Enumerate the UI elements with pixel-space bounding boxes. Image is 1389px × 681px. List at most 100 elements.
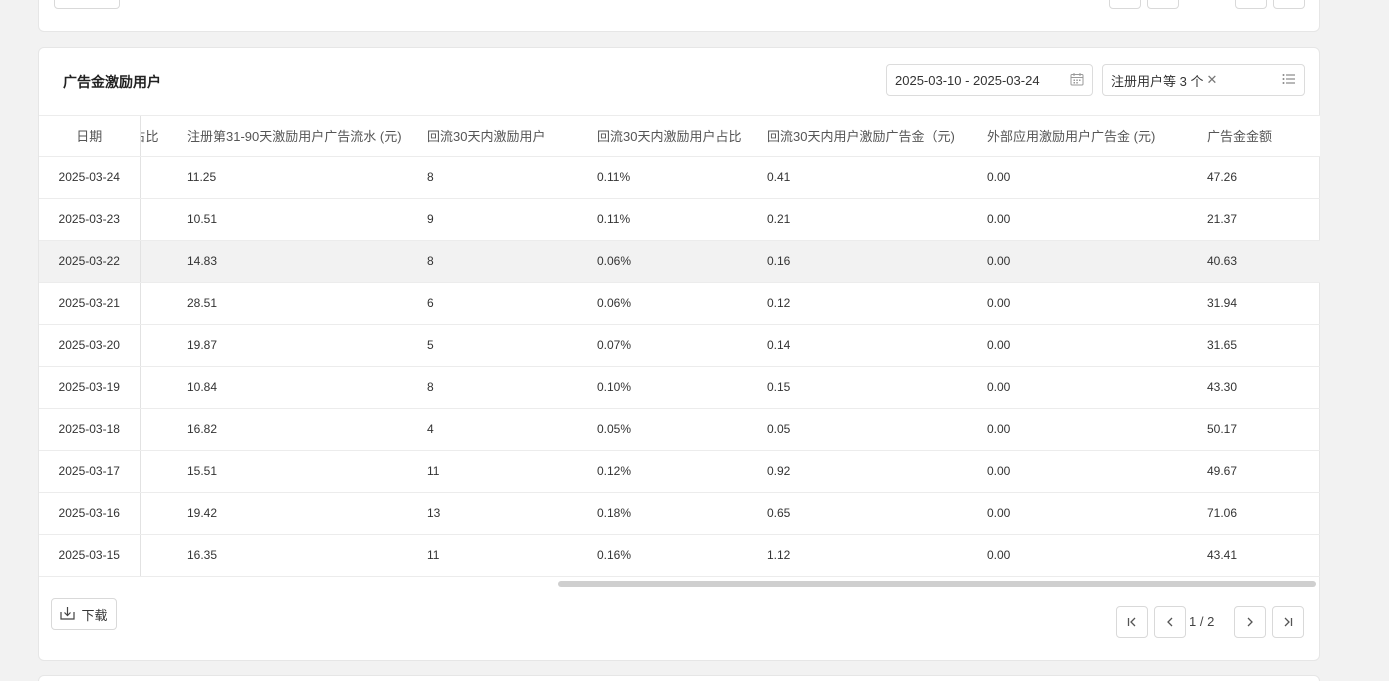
table-cell: 0.00 — [987, 450, 1207, 493]
table-row[interactable]: 2025-03-24 11.25 8 0.11% 0.41 0.00 47.26 — [39, 156, 1320, 199]
table-cell: 2025-03-22 — [39, 240, 141, 283]
next-page-button[interactable] — [1234, 606, 1266, 638]
table-cell — [140, 408, 187, 451]
table-header: 日期 占比 注册第31-90天激励用户广告流水 (元) 回流30天内激励用户 回… — [39, 116, 1320, 157]
column-header-date[interactable]: 日期 — [39, 116, 141, 157]
table-cell: 0.00 — [987, 198, 1207, 241]
table-cell: 0.00 — [987, 282, 1207, 325]
table-cell: 10.84 — [187, 366, 427, 409]
table-cell: 8 — [427, 156, 597, 199]
table-cell: 13 — [427, 492, 597, 535]
table-cell: 0.15 — [767, 366, 987, 409]
table-row[interactable]: 2025-03-23 10.51 9 0.11% 0.21 0.00 21.37 — [39, 198, 1320, 241]
previous-next-page-button[interactable] — [1235, 0, 1267, 9]
table-cell: 0.92 — [767, 450, 987, 493]
table-cell — [140, 366, 187, 409]
table-cell — [140, 156, 187, 199]
table-cell: 2025-03-20 — [39, 324, 141, 367]
table-cell: 2025-03-15 — [39, 534, 141, 577]
table-cell: 4 — [427, 408, 597, 451]
prev-page-button[interactable] — [1154, 606, 1186, 638]
table-cell: 0.10% — [597, 366, 767, 409]
table-cell: 8 — [427, 366, 597, 409]
table-cell: 16.35 — [187, 534, 427, 577]
column-header-return-ad-gold[interactable]: 回流30天内用户激励广告金（元) — [767, 116, 987, 157]
table-cell: 0.05 — [767, 408, 987, 451]
table-cell: 15.51 — [187, 450, 427, 493]
table-row[interactable]: 2025-03-19 10.84 8 0.10% 0.15 0.00 43.30 — [39, 366, 1320, 409]
table-row[interactable]: 2025-03-22 14.83 8 0.06% 0.16 0.00 40.63 — [39, 240, 1320, 283]
table-cell: 2025-03-19 — [39, 366, 141, 409]
close-icon[interactable]: ✕ — [1206, 72, 1217, 88]
table-cell: 31.65 — [1207, 324, 1320, 367]
table-cell — [140, 324, 187, 367]
previous-last-page-button[interactable] — [1273, 0, 1305, 9]
table-cell: 0.06% — [597, 282, 767, 325]
table-cell: 9 — [427, 198, 597, 241]
previous-prev-page-button[interactable] — [1147, 0, 1179, 9]
last-page-button[interactable] — [1272, 606, 1304, 638]
table-cell: 43.30 — [1207, 366, 1320, 409]
table-cell: 0.11% — [597, 156, 767, 199]
table-cell: 0.05% — [597, 408, 767, 451]
column-header-ratio[interactable]: 占比 — [140, 116, 187, 157]
table-row[interactable]: 2025-03-16 19.42 13 0.18% 0.65 0.00 71.06 — [39, 492, 1320, 535]
previous-first-page-button[interactable] — [1109, 0, 1141, 9]
table-cell — [140, 198, 187, 241]
table-cell: 5 — [427, 324, 597, 367]
table-cell: 49.67 — [1207, 450, 1320, 493]
table-cell — [140, 534, 187, 577]
table-cell: 2025-03-23 — [39, 198, 141, 241]
table-cell — [140, 282, 187, 325]
table-cell: 2025-03-17 — [39, 450, 141, 493]
table-cell: 11 — [427, 450, 597, 493]
table-cell: 0.07% — [597, 324, 767, 367]
table-cell: 50.17 — [1207, 408, 1320, 451]
download-button[interactable]: 下载 — [51, 598, 117, 630]
table-cell: 0.00 — [987, 366, 1207, 409]
user-type-select[interactable]: 注册用户等 3 个 ✕ — [1102, 64, 1305, 96]
table-cell: 0.06% — [597, 240, 767, 283]
table-cell: 8 — [427, 240, 597, 283]
first-page-button[interactable] — [1116, 606, 1148, 638]
download-icon — [60, 606, 76, 623]
date-range-value: 2025-03-10 - 2025-03-24 — [895, 72, 1040, 88]
table-cell: 0.00 — [987, 240, 1207, 283]
table-cell: 14.83 — [187, 240, 427, 283]
table-cell: 10.51 — [187, 198, 427, 241]
column-header-return-users[interactable]: 回流30天内激励用户 — [427, 116, 597, 157]
column-header-reg-31-90-revenue[interactable]: 注册第31-90天激励用户广告流水 (元) — [187, 116, 427, 157]
table-cell: 6 — [427, 282, 597, 325]
table-cell: 43.41 — [1207, 534, 1320, 577]
table-cell — [140, 492, 187, 535]
table-cell: 0.00 — [987, 324, 1207, 367]
table-row[interactable]: 2025-03-17 15.51 11 0.12% 0.92 0.00 49.67 — [39, 450, 1320, 493]
download-label: 下载 — [81, 607, 108, 623]
horizontal-scrollbar[interactable] — [558, 581, 1316, 587]
card-title: 广告金激励用户 — [63, 74, 161, 90]
previous-card — [38, 0, 1320, 32]
column-header-return-users-ratio[interactable]: 回流30天内激励用户占比 — [597, 116, 767, 157]
table-row[interactable]: 2025-03-21 28.51 6 0.06% 0.12 0.00 31.94 — [39, 282, 1320, 325]
table-row[interactable]: 2025-03-20 19.87 5 0.07% 0.14 0.00 31.65 — [39, 324, 1320, 367]
list-icon[interactable] — [1282, 73, 1296, 88]
table-row[interactable]: 2025-03-18 16.82 4 0.05% 0.05 0.00 50.17 — [39, 408, 1320, 451]
column-header-ad-gold-amount[interactable]: 广告金金额 — [1207, 116, 1320, 157]
table-cell: 71.06 — [1207, 492, 1320, 535]
table-cell: 31.94 — [1207, 282, 1320, 325]
table-cell: 19.42 — [187, 492, 427, 535]
table-row[interactable]: 2025-03-15 16.35 11 0.16% 1.12 0.00 43.41 — [39, 534, 1320, 577]
table-cell: 2025-03-24 — [39, 156, 141, 199]
table-cell: 19.87 — [187, 324, 427, 367]
table-cell: 0.12% — [597, 450, 767, 493]
column-header-external-ad-gold[interactable]: 外部应用激励用户广告金 (元) — [987, 116, 1207, 157]
table-cell: 0.21 — [767, 198, 987, 241]
table-cell: 2025-03-18 — [39, 408, 141, 451]
page-indicator: 1 / 2 — [1189, 614, 1215, 629]
table-cell: 21.37 — [1207, 198, 1320, 241]
date-range-picker[interactable]: 2025-03-10 - 2025-03-24 — [886, 64, 1093, 96]
table-cell: 0.18% — [597, 492, 767, 535]
table-cell: 0.00 — [987, 408, 1207, 451]
table-cell: 28.51 — [187, 282, 427, 325]
previous-download-button[interactable] — [54, 0, 120, 9]
